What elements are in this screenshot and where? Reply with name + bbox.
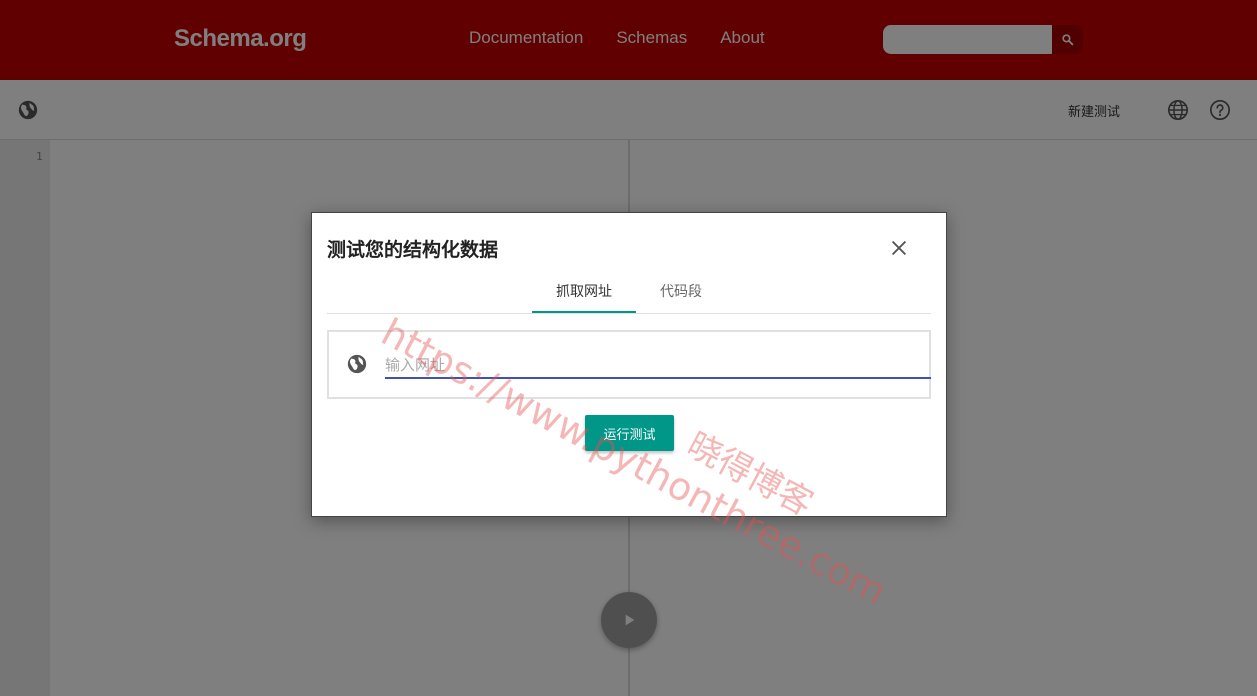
dialog-tabs: 抓取网址 代码段 [327,273,931,314]
tab-fetch-url[interactable]: 抓取网址 [556,281,612,301]
dialog-title: 测试您的结构化数据 [327,239,499,261]
active-tab-indicator [532,311,636,313]
tab-code-snippet[interactable]: 代码段 [660,281,702,301]
close-icon[interactable] [888,237,910,259]
globe-icon [347,354,367,374]
